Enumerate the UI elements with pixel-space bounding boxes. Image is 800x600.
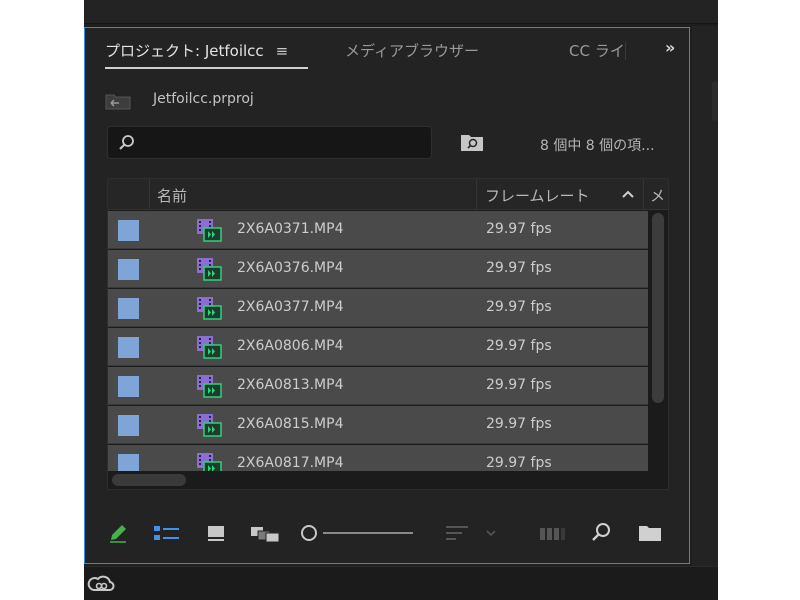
clip-frame-rate: 29.97 fps — [486, 377, 552, 393]
project-item-list: 名前 フレームレート メ 2X6A0371.MP4 29.97 fps 2X6A03… — [107, 178, 669, 490]
sort-ascending-icon[interactable] — [621, 188, 635, 203]
pencil-icon[interactable] — [107, 522, 129, 548]
project-file-icon — [105, 92, 131, 114]
status-bar — [84, 566, 718, 600]
clip-name: 2X6A0371.MP4 — [237, 221, 344, 237]
frame-rate-column-label: フレームレート — [485, 187, 590, 205]
item-count: 8 個中 8 個の項... — [540, 138, 655, 154]
table-row[interactable]: 2X6A0371.MP4 29.97 fps — [108, 211, 648, 249]
media-column-header[interactable]: メ — [644, 179, 668, 210]
clip-name: 2X6A0377.MP4 — [237, 299, 344, 315]
search-box[interactable] — [107, 126, 432, 159]
table-row[interactable]: 2X6A0376.MP4 29.97 fps — [108, 250, 648, 288]
table-row[interactable]: 2X6A0815.MP4 29.97 fps — [108, 406, 648, 444]
vertical-scrollbar[interactable] — [648, 211, 668, 471]
clip-name: 2X6A0376.MP4 — [237, 260, 344, 276]
zoom-slider-track[interactable] — [323, 532, 413, 534]
clip-frame-rate: 29.97 fps — [486, 455, 552, 471]
label-color-swatch[interactable] — [118, 298, 139, 319]
search-icon — [118, 134, 136, 156]
video-clip-icon — [196, 257, 222, 285]
clip-name: 2X6A0817.MP4 — [237, 455, 344, 471]
label-color-swatch[interactable] — [118, 259, 139, 280]
automate-to-sequence-icon[interactable] — [539, 522, 567, 548]
project-panel: プロジェクト: Jetfoilcc ≡ メディアブラウザー CC ライ » Jet… — [84, 27, 690, 564]
table-row[interactable]: 2X6A0806.MP4 29.97 fps — [108, 328, 648, 366]
clip-frame-rate: 29.97 fps — [486, 221, 552, 237]
panel-menu-icon[interactable]: ≡ — [276, 42, 289, 60]
video-clip-icon — [196, 218, 222, 246]
tab-project[interactable]: プロジェクト: Jetfoilcc ≡ — [105, 40, 288, 61]
clip-frame-rate: 29.97 fps — [486, 260, 552, 276]
vertical-scroll-thumb[interactable] — [652, 213, 664, 403]
video-clip-icon — [196, 296, 222, 324]
list-header: 名前 フレームレート メ — [108, 179, 668, 210]
label-color-swatch[interactable] — [118, 337, 139, 358]
active-tab-underline — [105, 67, 308, 69]
tab-overflow-icon[interactable]: » — [665, 38, 685, 58]
name-column-header[interactable]: 名前 — [150, 179, 477, 210]
label-color-swatch[interactable] — [118, 376, 139, 397]
icon-view-icon[interactable] — [206, 522, 226, 548]
tab-media-browser[interactable]: メディアブラウザー — [345, 40, 479, 61]
frame-rate-column-header[interactable]: フレームレート — [477, 179, 644, 210]
horizontal-scrollbar[interactable] — [108, 471, 668, 489]
adjacent-panel — [692, 26, 718, 566]
video-clip-icon — [196, 413, 222, 441]
table-row[interactable]: 2X6A0813.MP4 29.97 fps — [108, 367, 648, 405]
sort-icons-icon[interactable] — [445, 522, 505, 548]
tab-divider — [625, 42, 626, 60]
video-clip-icon — [196, 374, 222, 402]
list-view-icon[interactable] — [153, 522, 181, 548]
clip-frame-rate: 29.97 fps — [486, 338, 552, 354]
horizontal-scroll-thumb[interactable] — [112, 474, 186, 486]
clip-name: 2X6A0815.MP4 — [237, 416, 344, 432]
table-row[interactable]: 2X6A0377.MP4 29.97 fps — [108, 289, 648, 327]
clip-frame-rate: 29.97 fps — [486, 416, 552, 432]
adjacent-panel-scrollbar[interactable] — [712, 81, 718, 121]
video-clip-icon — [196, 335, 222, 363]
freeform-view-icon[interactable] — [250, 522, 282, 548]
label-color-swatch[interactable] — [118, 415, 139, 436]
new-bin-icon[interactable] — [638, 522, 662, 548]
find-in-bin-icon[interactable] — [460, 132, 484, 156]
label-column-header[interactable] — [108, 179, 150, 210]
label-color-swatch[interactable] — [118, 220, 139, 241]
clip-name: 2X6A0813.MP4 — [237, 377, 344, 393]
creative-cloud-icon[interactable] — [86, 573, 116, 599]
search-input[interactable] — [144, 132, 424, 154]
name-column-label: 名前 — [157, 187, 188, 205]
top-panel-strip — [84, 0, 718, 24]
media-column-label: メ — [650, 187, 666, 205]
clip-frame-rate: 29.97 fps — [486, 299, 552, 315]
find-icon[interactable] — [590, 522, 612, 548]
project-file-name: Jetfoilcc.prproj — [153, 91, 254, 107]
zoom-slider-handle[interactable] — [301, 525, 317, 541]
tab-cc-libraries[interactable]: CC ライ — [569, 40, 625, 61]
tab-project-label: プロジェクト: Jetfoilcc — [105, 42, 264, 60]
clip-name: 2X6A0806.MP4 — [237, 338, 344, 354]
